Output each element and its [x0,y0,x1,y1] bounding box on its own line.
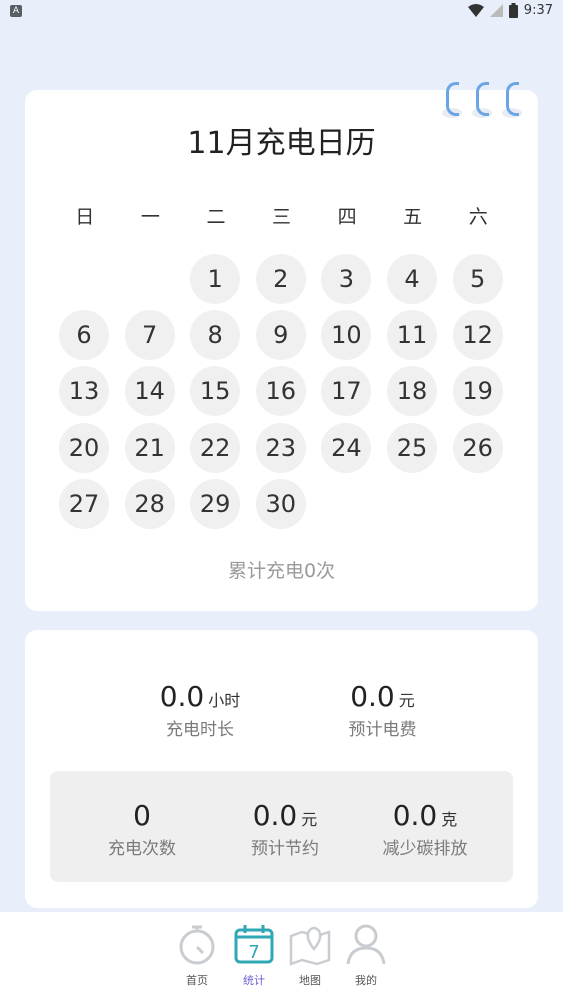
saving-value: 0.0 [252,799,298,832]
calendar-day[interactable]: 15 [190,366,241,417]
wifi-icon [467,3,484,17]
count-label: 充电次数 [108,839,176,859]
count-stat: 0 充电次数 [97,799,187,859]
weekday-header: 日 一 二 三 四 五 六 [52,202,511,229]
tab-stats-label: 统计 [243,974,265,987]
calendar-day[interactable]: 7 [124,310,175,361]
stopwatch-icon [179,925,215,965]
calendar-day[interactable]: 2 [255,254,306,304]
calendar-day[interactable]: 1 [190,254,241,304]
fee-value: 0.0 [350,680,395,713]
weekday-label: 日 [75,206,95,228]
calendar-icon-day: 7 [248,942,259,963]
calendar-day[interactable]: 23 [255,422,306,473]
weekday-label: 三 [272,206,292,228]
calendar-day[interactable]: 16 [255,366,306,417]
calendar-day[interactable]: 8 [190,310,241,361]
calendar-day[interactable]: 24 [321,422,372,473]
calendar-day[interactable]: 22 [190,422,241,473]
calendar-day[interactable]: 27 [59,478,109,529]
carbon-unit: 克 [441,810,458,829]
weekday-label: 二 [206,206,226,228]
battery-icon [508,3,518,18]
saving-label: 预计节约 [251,839,319,859]
tab-map[interactable]: 地图 [285,922,335,988]
calendar-day[interactable]: 4 [387,254,437,304]
calendar-day[interactable]: 10 [321,310,372,361]
weekday-label: 四 [337,206,357,228]
calendar-day[interactable]: 14 [124,366,175,417]
tab-profile[interactable]: 我的 [341,922,391,988]
carbon-value: 0.0 [392,799,438,832]
calendar-day[interactable]: 9 [255,310,306,361]
carbon-stat: 0.0 克 减少碳排放 [360,799,490,859]
calendar-card: 11月充电日历 日 一 二 三 四 五 六 1 2 3 4 5 6 7 8 9 10 11 12 13 1… [25,82,538,611]
count-value: 0 [133,799,151,832]
tab-profile-label: 我的 [355,974,377,987]
calendar-day[interactable]: 13 [59,366,109,417]
app-notification-icon: A [10,5,22,17]
weekday-label: 六 [468,206,488,228]
fee-stat: 0.0 元 预计电费 [330,680,435,740]
binder-ring-icon [502,82,522,122]
weekday-label: 一 [140,206,160,228]
tab-home-label: 首页 [186,974,208,987]
fee-label: 预计电费 [348,720,417,740]
duration-value: 0.0 [159,680,205,713]
tab-home[interactable]: 首页 [172,922,222,988]
signal-icon [489,4,503,17]
bottom-tab-bar: 首页 7 统计 地图 我的 [0,912,563,1001]
calendar-icon: 7 [234,925,274,964]
stats-detail-panel: 0 充电次数 0.0 元 预计节约 0.0 克 减少碳排放 [50,771,513,882]
calendar-day[interactable]: 21 [124,422,175,473]
saving-stat: 0.0 元 预计节约 [230,799,340,859]
calendar-day[interactable]: 5 [452,254,503,304]
binder-ring-icon [472,82,492,122]
calendar-day[interactable]: 28 [124,478,175,529]
duration-label: 充电时长 [166,720,234,740]
map-icon [289,926,331,966]
calendar-day[interactable]: 20 [59,422,109,473]
calendar-day[interactable]: 19 [452,366,503,417]
calendar-day[interactable]: 18 [387,366,437,417]
calendar-day[interactable]: 6 [59,310,109,361]
duration-unit: 小时 [208,691,241,710]
calendar-day[interactable]: 30 [255,478,306,529]
calendar-day[interactable]: 3 [321,254,372,304]
calendar-day[interactable]: 26 [452,422,503,473]
fee-unit: 元 [398,691,415,710]
calendar-day[interactable]: 17 [321,366,372,417]
weekday-label: 五 [403,206,423,228]
duration-stat: 0.0 小时 充电时长 [135,680,265,740]
tab-stats[interactable]: 7 统计 [229,922,279,988]
carbon-label: 减少碳排放 [382,839,468,859]
calendar-rings [442,82,522,122]
status-icons: 9:37 [467,3,553,18]
calendar-day[interactable]: 25 [387,422,437,473]
status-bar: A 9:37 [0,0,563,26]
saving-unit: 元 [301,810,318,829]
calendar-title: 11月充电日历 [187,126,376,161]
calendar-day[interactable]: 12 [452,310,503,361]
total-charge-count: 累计充电0次 [227,560,336,582]
stats-card: 0.0 小时 充电时长 0.0 元 预计电费 0 充电次数 0.0 元 预计节约 0.… [25,630,538,908]
calendar-day[interactable]: 29 [190,478,241,529]
binder-ring-icon [442,82,462,122]
calendar-day[interactable]: 11 [387,310,437,361]
person-icon [346,924,386,965]
status-time: 9:37 [523,3,553,18]
tab-map-label: 地图 [299,974,321,987]
